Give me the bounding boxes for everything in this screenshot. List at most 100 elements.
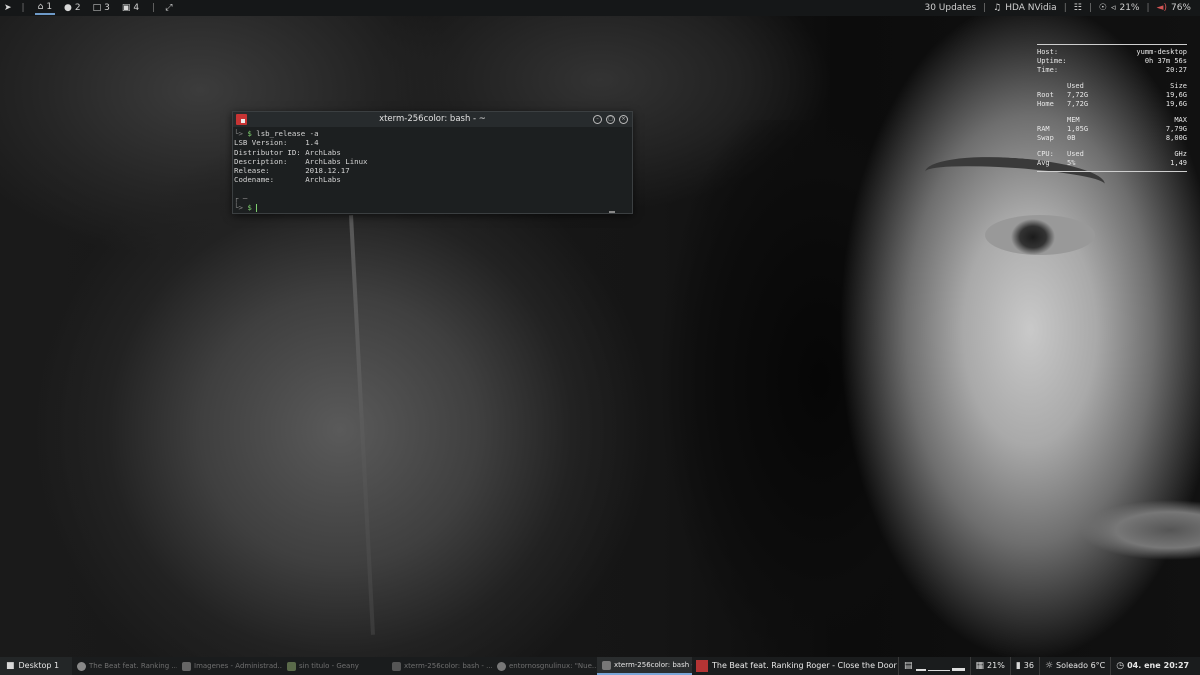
home-label: Home (1037, 100, 1054, 108)
workspace-label: 4 (133, 3, 140, 13)
desktop-switcher[interactable]: ■ Desktop 1 (0, 657, 72, 675)
cpu-label: CPU: (1037, 150, 1054, 158)
network-module[interactable]: ☷ (1071, 3, 1085, 13)
speaker-icon: ◄) (1156, 2, 1167, 13)
workspace-3[interactable]: □ 3 (90, 1, 113, 15)
taskbar-item-label: Imagenes - Administrad... (194, 662, 282, 670)
home-icon: ⌂ (37, 1, 44, 12)
separator: | (1063, 3, 1067, 13)
audio-device-label: HDA NVidia (1005, 3, 1057, 13)
mem-header: MEM (1067, 116, 1080, 124)
output-line: Description: ArchLabs Linux (234, 156, 368, 166)
taskbar-item-active[interactable]: xterm-256color: bash - ~ (597, 657, 692, 675)
prompt-symbol: $ (247, 203, 252, 213)
swap-max: 8,00G (1165, 134, 1187, 142)
taskbar-item-label: sin titulo - Geany (299, 662, 359, 670)
workspace-2[interactable]: ● 2 (61, 1, 84, 15)
uptime-value: 0h 37m 56s (1144, 57, 1187, 65)
updates-label: 30 Updates (924, 3, 977, 13)
taskbar-item[interactable]: The Beat feat. Ranking ... (72, 657, 177, 675)
terminal-window[interactable]: xterm-256color: bash - ~ – □ × └> $ lsb_… (232, 111, 633, 214)
host-label: Host: (1037, 48, 1059, 56)
desktop-icon: ■ (6, 660, 15, 671)
separator: | (1088, 3, 1092, 13)
ram-max: 7,79G (1165, 125, 1187, 133)
conky-swap-row: Swap 0B 8,00G (1037, 134, 1187, 143)
separator: | (983, 3, 987, 13)
workspace-4[interactable]: ▣ 4 (119, 1, 142, 15)
output-line: Release: 2018.12.17 (234, 166, 350, 176)
host-value: yumm-desktop (1136, 48, 1187, 56)
chart-icon: ▤ (904, 660, 913, 671)
prompt-top: ┌ ─ (234, 194, 248, 204)
home-size: 19,6G (1165, 100, 1187, 108)
conky-host-row: Host: yumm-desktop (1037, 48, 1187, 57)
desktop-label: Desktop 1 (18, 661, 60, 670)
headphone-volume-module[interactable]: ☉ ◃ 21% (1096, 0, 1143, 16)
speaker-volume-module[interactable]: ◄) 76% (1154, 0, 1194, 16)
album-cover-icon (696, 660, 708, 672)
avg-label: Avg (1037, 159, 1050, 167)
browser-icon (497, 661, 506, 671)
taskbar-item[interactable]: xterm-256color: bash - ... (387, 657, 492, 675)
taskbar-item-label: entornosgnulinux: "Nue... (509, 662, 597, 670)
clock-time: 20:27 (1163, 661, 1190, 670)
terminal-app-icon (236, 114, 247, 125)
terminal-command: lsb_release -a (256, 129, 319, 138)
speaker-volume-value: 76% (1170, 3, 1191, 13)
image-icon: ▣ (121, 2, 131, 13)
cpu-icon: ▦ (975, 660, 985, 671)
max-header: MAX (1174, 116, 1187, 124)
taskbar-item[interactable]: Imagenes - Administrad... (177, 657, 282, 675)
prompt-symbol: $ (247, 129, 252, 138)
conky-ram-row: RAM 1,05G 7,79G (1037, 125, 1187, 134)
wallpaper-lips (1060, 495, 1200, 565)
weather-widget[interactable]: ☼ Soleado 6°C (1038, 657, 1110, 675)
terminal-output[interactable]: └> $ lsb_release -a LSB Version: 1.4 Dis… (233, 127, 632, 213)
conky-uptime-row: Uptime: 0h 37m 56s (1037, 57, 1187, 66)
top-panel-right: 30 Updates | ♫ HDA NVidia | ☷ | ☉ ◃ 21% … (921, 0, 1194, 16)
workspace-1[interactable]: ⌂ 1 (34, 1, 56, 15)
now-playing-title: The Beat feat. Ranking Roger - Close the… (712, 661, 897, 670)
cpu-graph-widget[interactable]: ▤ (898, 657, 970, 675)
disk-used-header: Used (1067, 82, 1084, 90)
rocket-launcher-icon[interactable]: ➤ (4, 3, 12, 13)
swap-label: Swap (1037, 134, 1054, 142)
conky-root-row: Root 7,72G 19,6G (1037, 91, 1187, 100)
terminal-icon (392, 661, 401, 671)
minimize-button[interactable]: – (593, 115, 602, 124)
close-button[interactable]: × (619, 115, 628, 124)
player-icon (77, 661, 86, 671)
maximize-button[interactable]: □ (606, 115, 615, 124)
root-label: Root (1037, 91, 1054, 99)
taskbar-item[interactable]: sin titulo - Geany (282, 657, 387, 675)
graph-bar (951, 667, 965, 671)
temperature-widget[interactable]: ▮ 36 (1009, 657, 1039, 675)
cpu-usage-value: 21% (987, 661, 1005, 670)
thermometer-icon: ▮ (1015, 660, 1021, 671)
cpu-usage-widget[interactable]: ▦ 21% (969, 657, 1010, 675)
volume-low-icon: ◃ (1110, 2, 1116, 13)
clock-icon: ◷ (1116, 660, 1125, 671)
taskbar-item[interactable]: entornosgnulinux: "Nue... (492, 657, 597, 675)
top-panel: ➤ | ⌂ 1 ● 2 □ 3 ▣ 4 | ⤢ 30 Updates | ♫ H… (0, 0, 1200, 16)
desktop-wallpaper (0, 0, 1200, 675)
graph-bar (915, 668, 926, 671)
now-playing-widget[interactable]: The Beat feat. Ranking Roger - Close the… (692, 657, 898, 675)
separator: | (1146, 3, 1150, 13)
home-used: 7,72G (1067, 100, 1089, 108)
prompt-arrow: └> (234, 203, 243, 213)
expand-arrows-icon[interactable]: ⤢ (165, 3, 172, 13)
audio-device-module[interactable]: ♫ HDA NVidia (990, 0, 1060, 16)
ram-used: 1,05G (1067, 125, 1089, 133)
updates-module[interactable]: 30 Updates (921, 0, 979, 16)
conky-disk-header: Used Size (1037, 82, 1187, 91)
terminal-titlebar[interactable]: xterm-256color: bash - ~ – □ × (233, 112, 632, 127)
conky-avg-row: Avg 5% 1,49 (1037, 159, 1187, 168)
conky-home-row: Home 7,72G 19,6G (1037, 100, 1187, 109)
clock-widget[interactable]: ◷ 04. ene 20:27 (1110, 657, 1194, 675)
file-manager-icon (182, 661, 191, 671)
terminal-icon (602, 660, 611, 670)
wallpaper-eye (985, 215, 1095, 255)
top-panel-left: ➤ | ⌂ 1 ● 2 □ 3 ▣ 4 | ⤢ (4, 0, 172, 16)
